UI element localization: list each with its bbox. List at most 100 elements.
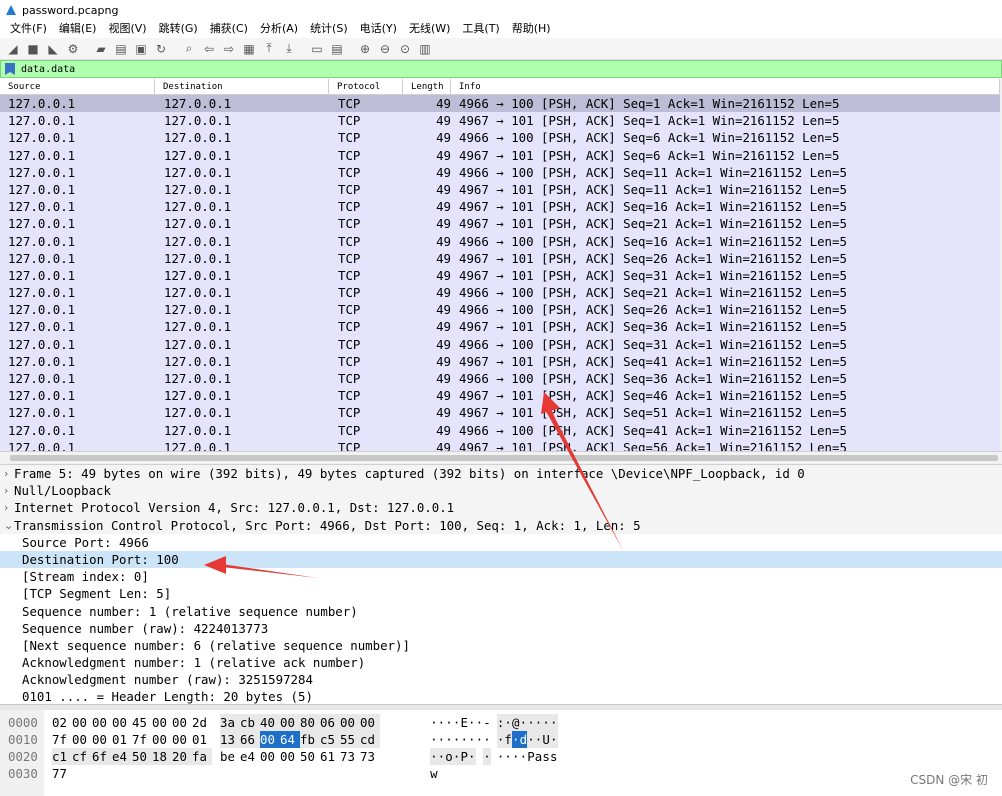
ascii-char[interactable]: · bbox=[467, 748, 476, 765]
hex-byte[interactable]: 40 bbox=[260, 714, 280, 731]
packet-row[interactable]: 127.0.0.1 127.0.0.1 TCP 49 4966 → 100 [PSH, … bbox=[0, 421, 1000, 439]
packet-row[interactable]: 127.0.0.1 127.0.0.1 TCP 49 4967 → 101 [PSH, … bbox=[0, 180, 1000, 199]
hex-byte[interactable]: 77 bbox=[52, 765, 72, 782]
ascii-char[interactable]: · bbox=[511, 731, 520, 748]
hex-byte[interactable]: 20 bbox=[172, 748, 192, 765]
hex-byte[interactable]: 7f bbox=[132, 731, 152, 748]
packet-list-hscrollbar[interactable] bbox=[0, 451, 1002, 465]
hex-byte[interactable]: 00 bbox=[260, 731, 280, 748]
expanded-chevron-icon[interactable]: ⌄ bbox=[0, 517, 14, 534]
ascii-char[interactable]: · bbox=[476, 731, 484, 748]
hex-byte[interactable]: 73 bbox=[360, 748, 380, 765]
ascii-char[interactable]: s bbox=[542, 748, 550, 765]
menu-item-8[interactable]: 无线(W) bbox=[403, 20, 456, 38]
hex-byte[interactable]: 6f bbox=[92, 748, 112, 765]
save-file-icon[interactable]: ▤ bbox=[112, 40, 130, 58]
ascii-char[interactable]: · bbox=[483, 748, 491, 765]
ascii-char[interactable]: · bbox=[520, 748, 528, 765]
hex-byte[interactable]: 00 bbox=[280, 714, 300, 731]
zoom-normal-icon[interactable]: ⊙ bbox=[396, 40, 414, 58]
ascii-char[interactable]: · bbox=[527, 731, 535, 748]
detail-field-item[interactable]: [Stream index: 0] bbox=[0, 568, 1002, 585]
menu-item-4[interactable]: 捕获(C) bbox=[204, 20, 254, 38]
go-forward-icon[interactable]: ⇨ bbox=[220, 40, 238, 58]
ascii-char[interactable]: · bbox=[460, 731, 468, 748]
hex-byte[interactable]: 50 bbox=[132, 748, 152, 765]
menu-item-5[interactable]: 分析(A) bbox=[254, 20, 304, 38]
menu-item-10[interactable]: 帮助(H) bbox=[506, 20, 557, 38]
zoom-in-icon[interactable]: ⊕ bbox=[356, 40, 374, 58]
hex-byte[interactable]: 00 bbox=[112, 714, 132, 731]
reload-file-icon[interactable]: ↻ bbox=[152, 40, 170, 58]
hex-byte[interactable]: cd bbox=[360, 731, 380, 748]
packet-details-pane[interactable]: › Frame 5: 49 bytes on wire (392 bits), 4… bbox=[0, 465, 1002, 704]
close-file-icon[interactable]: ▣ bbox=[132, 40, 150, 58]
open-folder-icon[interactable]: ▰ bbox=[92, 40, 110, 58]
hex-byte[interactable]: 01 bbox=[192, 731, 212, 748]
hscroll-thumb[interactable] bbox=[10, 455, 998, 461]
ascii-char[interactable]: · bbox=[542, 714, 550, 731]
ascii-char[interactable]: · bbox=[430, 731, 438, 748]
stop-square-icon[interactable]: ■ bbox=[24, 40, 42, 58]
hex-byte[interactable]: 66 bbox=[240, 731, 260, 748]
packet-row[interactable]: 127.0.0.1 127.0.0.1 TCP 49 4967 → 101 [PSH, … bbox=[0, 146, 1000, 164]
detail-tree-item[interactable]: › Internet Protocol Version 4, Src: 127.0… bbox=[0, 499, 1002, 517]
hex-byte[interactable]: 00 bbox=[260, 748, 280, 765]
autoscroll-icon[interactable]: ▭ bbox=[308, 40, 326, 58]
detail-field-item[interactable]: Acknowledgment number (raw): 3251597284 bbox=[0, 671, 1002, 688]
ascii-char[interactable]: · bbox=[519, 714, 528, 731]
packet-row[interactable]: 127.0.0.1 127.0.0.1 TCP 49 4967 → 101 [PSH, … bbox=[0, 438, 1000, 451]
hex-byte[interactable]: 45 bbox=[132, 714, 152, 731]
ascii-char[interactable]: w bbox=[430, 765, 438, 782]
column-header-destination[interactable]: Destination bbox=[155, 79, 329, 94]
hex-byte[interactable]: 00 bbox=[340, 714, 360, 731]
hex-byte[interactable]: 00 bbox=[152, 714, 172, 731]
packet-row[interactable]: 127.0.0.1 127.0.0.1 TCP 49 4967 → 101 [PSH, … bbox=[0, 249, 1000, 267]
packet-row[interactable]: 127.0.0.1 127.0.0.1 TCP 49 4967 → 101 [PSH, … bbox=[0, 404, 1000, 422]
hex-byte[interactable]: 00 bbox=[92, 714, 112, 731]
ascii-char[interactable]: · bbox=[468, 731, 476, 748]
go-back-icon[interactable]: ⇦ bbox=[200, 40, 218, 58]
ascii-char[interactable]: E bbox=[460, 714, 468, 731]
packet-row[interactable]: 127.0.0.1 127.0.0.1 TCP 49 4966 → 100 [PSH, … bbox=[0, 370, 1000, 388]
ascii-char[interactable]: · bbox=[445, 731, 453, 748]
colorize-icon[interactable]: ▤ bbox=[328, 40, 346, 58]
hex-byte[interactable]: 7f bbox=[52, 731, 72, 748]
ascii-char[interactable]: · bbox=[504, 714, 512, 731]
hex-byte[interactable]: 80 bbox=[300, 714, 320, 731]
ascii-char[interactable]: · bbox=[534, 714, 543, 731]
hex-byte[interactable]: cb bbox=[240, 714, 260, 731]
ascii-char[interactable]: · bbox=[483, 731, 491, 748]
ascii-char[interactable]: · bbox=[430, 748, 438, 765]
detail-tree-item[interactable]: › Null/Loopback bbox=[0, 482, 1002, 500]
packet-row[interactable]: 127.0.0.1 127.0.0.1 TCP 49 4967 → 101 [PSH, … bbox=[0, 198, 1000, 216]
detail-field-item[interactable]: Source Port: 4966 bbox=[0, 534, 1002, 551]
ascii-char[interactable]: · bbox=[430, 714, 438, 731]
packet-bytes-pane[interactable]: 0000 02 00 00 00 45 00 00 2d 3a cb 40 00 80 06 00 00 ····… bbox=[0, 710, 1002, 796]
detail-field-item[interactable]: Sequence number (raw): 4224013773 bbox=[0, 620, 1002, 637]
menu-item-1[interactable]: 编辑(E) bbox=[53, 20, 103, 38]
ascii-char[interactable]: · bbox=[453, 731, 461, 748]
ascii-char[interactable]: · bbox=[549, 731, 558, 748]
hex-byte[interactable]: 00 bbox=[72, 714, 92, 731]
menu-item-6[interactable]: 统计(S) bbox=[304, 20, 354, 38]
menu-item-3[interactable]: 跳转(G) bbox=[153, 20, 204, 38]
display-filter-bar[interactable]: data.data bbox=[0, 60, 1002, 78]
hex-byte[interactable]: 01 bbox=[112, 731, 132, 748]
shark-fin-restart-icon[interactable]: ◣ bbox=[44, 40, 62, 58]
go-first-icon[interactable]: ⤒ bbox=[260, 40, 278, 58]
packet-row[interactable]: 127.0.0.1 127.0.0.1 TCP 49 4966 → 100 [PSH, … bbox=[0, 301, 1000, 319]
go-last-icon[interactable]: ⤓ bbox=[280, 40, 298, 58]
ascii-char[interactable]: · bbox=[476, 714, 484, 731]
detail-field-item[interactable]: Sequence number: 1 (relative sequence nu… bbox=[0, 603, 1002, 620]
resize-columns-icon[interactable]: ▥ bbox=[416, 40, 434, 58]
packet-row[interactable]: 127.0.0.1 127.0.0.1 TCP 49 4966 → 100 [PSH, … bbox=[0, 129, 1000, 147]
column-header-length[interactable]: Length bbox=[403, 79, 451, 94]
ascii-char[interactable]: · bbox=[496, 731, 505, 748]
packet-row[interactable]: 127.0.0.1 127.0.0.1 TCP 49 4967 → 101 [PSH, … bbox=[0, 215, 1000, 233]
hex-byte[interactable]: 61 bbox=[320, 748, 340, 765]
packet-row[interactable]: 127.0.0.1 127.0.0.1 TCP 49 4967 → 101 [PSH, … bbox=[0, 387, 1000, 405]
hex-byte[interactable]: c5 bbox=[320, 731, 340, 748]
packet-row[interactable]: 127.0.0.1 127.0.0.1 TCP 49 4967 → 101 [PSH, … bbox=[0, 318, 1000, 336]
packet-row[interactable]: 127.0.0.1 127.0.0.1 TCP 49 4966 → 100 [PSH, … bbox=[0, 95, 1000, 113]
